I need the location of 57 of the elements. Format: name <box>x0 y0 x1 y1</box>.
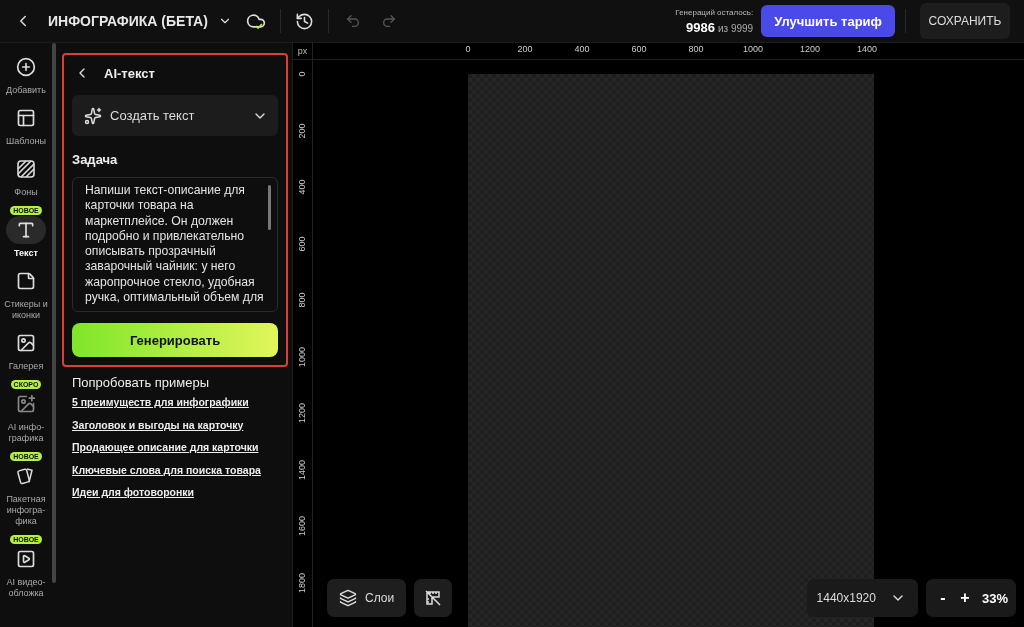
ruler-label: 0 <box>465 44 471 54</box>
quota-label: Генераций осталось: <box>675 7 754 17</box>
cards-icon <box>16 466 36 486</box>
zoom-out-button[interactable]: - <box>933 589 952 607</box>
sticker-icon <box>16 271 36 291</box>
ruler-label: 800 <box>297 294 307 306</box>
zoom-in-button[interactable]: + <box>955 589 974 607</box>
project-title: ИНФОГРАФИКА (БЕТА) <box>48 13 208 29</box>
example-link[interactable]: Заголовок и выгоды на карточку <box>72 418 288 431</box>
sidebar-item[interactable]: Стикеры и иконки <box>0 267 52 321</box>
task-input-field[interactable]: Напиши текст-описание для карточки товара на маркетплейсе. Он должен подробно и привлекательно описывать прозрачный заварочный чайник: у него жаропрочное стекло, удобная ручка, оптимальный объем для <box>72 177 278 312</box>
example-link[interactable]: 5 преимуществ для инфографики <box>72 396 288 408</box>
upgrade-button[interactable]: Улучшить тариф <box>761 5 895 37</box>
cloud-check-icon[interactable] <box>245 11 266 31</box>
ruler-label: 400 <box>297 181 307 193</box>
ruler-label: 800 <box>688 44 704 54</box>
sidebar-item[interactable]: Фоны <box>0 155 52 198</box>
mode-dropdown[interactable]: Создать текст <box>72 95 278 136</box>
zoom-value: 33% <box>981 590 1008 606</box>
ruler-label: 600 <box>297 237 307 250</box>
save-button[interactable]: СОХРАНИТЬ <box>920 3 1010 39</box>
ruler-label: 1000 <box>743 44 763 54</box>
text-icon <box>16 220 36 240</box>
ruler-off-icon <box>424 589 443 607</box>
sidebar-item[interactable]: Шаблоны <box>0 104 52 147</box>
image-plus-icon <box>16 394 36 414</box>
ruler-label: 600 <box>631 44 647 54</box>
scrollbar[interactable] <box>52 43 56 583</box>
ruler-label: 400 <box>574 44 590 54</box>
generate-button[interactable]: Генерировать <box>72 323 278 357</box>
hatched-square-icon <box>17 160 35 178</box>
play-icon <box>16 549 36 569</box>
ruler-toggle-button[interactable] <box>414 579 453 617</box>
layers-button[interactable]: Слои <box>327 579 407 617</box>
example-link[interactable]: Продающее описание для карточки <box>72 441 288 453</box>
ruler-label: 200 <box>297 124 307 137</box>
image-icon <box>16 333 36 353</box>
layout-icon <box>16 108 36 128</box>
sparkles-icon <box>84 106 102 125</box>
ruler-label: 1200 <box>800 44 820 54</box>
panel-title: AI-текст <box>104 65 155 81</box>
history-icon[interactable] <box>294 11 314 31</box>
examples-title: Попробовать примеры <box>72 375 211 390</box>
ruler-label: 0 <box>297 70 307 79</box>
size-dropdown[interactable]: 1440x1920 <box>806 579 918 617</box>
sidebar-item[interactable]: Добавить <box>0 53 52 96</box>
quota-remaining: 9986 <box>686 19 715 35</box>
layers-icon <box>339 589 357 607</box>
ruler-label: 1400 <box>857 44 877 54</box>
task-label: Задача <box>72 152 119 167</box>
sidebar-item[interactable]: Галерея <box>0 329 52 372</box>
example-link[interactable]: Ключевые слова для поиска товара <box>72 463 288 476</box>
example-link[interactable]: Идеи для фотоворонки <box>72 486 288 498</box>
unit-label: px <box>293 43 313 59</box>
plus-circle-icon <box>16 57 36 77</box>
quota-total: из 9999 <box>717 22 754 34</box>
ruler-label: 200 <box>517 44 533 54</box>
